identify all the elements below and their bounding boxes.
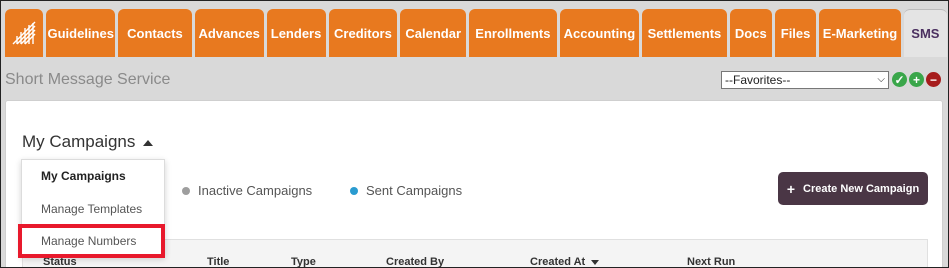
sort-desc-icon [591,259,600,265]
page-title: Short Message Service [5,71,171,88]
plus-icon[interactable]: + [909,72,924,87]
create-campaign-label: Create New Campaign [803,182,920,195]
filter-sent-label: Sent Campaigns [366,183,463,198]
top-navigation: Guidelines Contacts Advances Lenders Cre… [5,9,948,57]
column-created-at-label: Created At [530,256,586,268]
app-logo-icon [11,20,37,46]
favorites-value: --Favorites-- [725,73,791,87]
campaigns-menu-toggle[interactable]: My Campaigns [22,132,154,152]
menu-item-manage-templates[interactable]: Manage Templates [22,195,166,223]
column-created-at[interactable]: Created At [530,256,600,268]
tab-guidelines[interactable]: Guidelines [46,9,116,57]
tab-advances[interactable]: Advances [194,9,264,57]
app-window: Guidelines Contacts Advances Lenders Cre… [0,0,949,268]
app-logo[interactable] [5,9,44,57]
tab-files[interactable]: Files [774,9,817,57]
tab-sms[interactable]: SMS [903,9,947,57]
tab-e-marketing[interactable]: E-Marketing [819,9,901,57]
tab-accounting[interactable]: Accounting [559,9,640,57]
filter-sent-campaigns[interactable]: Sent Campaigns [350,183,462,198]
tab-settlements[interactable]: Settlements [642,9,727,57]
tab-contacts[interactable]: Contacts [118,9,192,57]
campaigns-title: My Campaigns [22,132,136,151]
filter-inactive-label: Inactive Campaigns [198,183,313,198]
column-type[interactable]: Type [291,256,316,267]
column-next-run[interactable]: Next Run [687,256,735,267]
tab-calendar[interactable]: Calendar [400,9,467,57]
tab-lenders[interactable]: Lenders [266,9,326,57]
create-campaign-button[interactable]: + Create New Campaign [778,172,928,205]
minus-icon[interactable]: − [926,72,941,87]
column-created-by[interactable]: Created By [386,256,444,267]
menu-item-my-campaigns[interactable]: My Campaigns [22,162,166,190]
check-icon[interactable]: ✓ [892,72,907,87]
favorites-select[interactable]: --Favorites-- ⌵ [721,71,889,89]
tab-creditors[interactable]: Creditors [328,9,398,57]
column-title[interactable]: Title [207,256,229,267]
status-dot-blue-icon [350,186,358,195]
caret-up-icon [143,139,154,146]
tab-enrollments[interactable]: Enrollments [469,9,557,57]
plus-icon: + [786,180,796,197]
filter-inactive-campaigns[interactable]: Inactive Campaigns [182,183,312,198]
chevron-down-icon: ⌵ [877,74,885,85]
highlight-annotation [18,224,165,258]
status-dot-gray-icon [182,186,190,195]
tab-docs[interactable]: Docs [729,9,772,57]
